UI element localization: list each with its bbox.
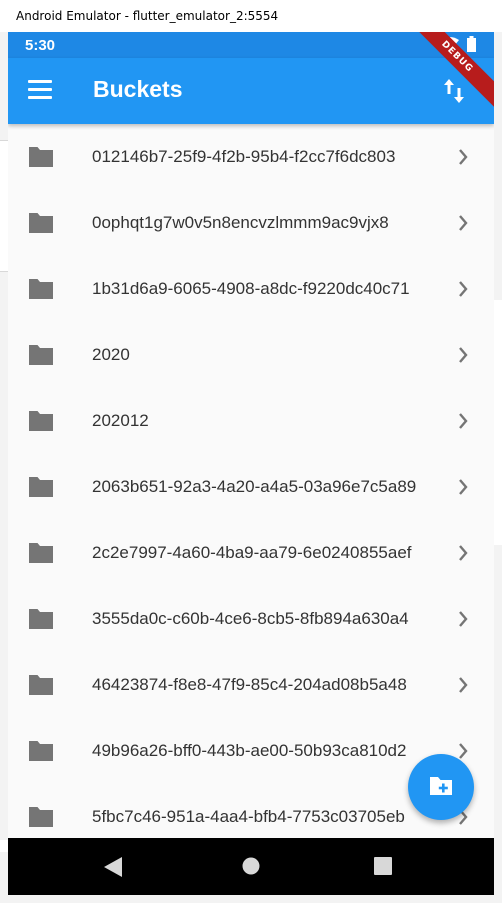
chevron-right-icon [459, 743, 468, 759]
chevron-right-icon [459, 413, 468, 429]
window-title: Android Emulator - flutter_emulator_2:55… [0, 0, 502, 32]
bucket-name: 2020 [92, 345, 130, 364]
folder-icon [29, 147, 53, 167]
list-item[interactable]: 012146b7-25f9-4f2b-95b4-f2cc7f6dc803 [8, 124, 494, 190]
bucket-name: 3555da0c-c60b-4ce6-8cb5-8fb894a630a4 [92, 609, 409, 628]
bucket-name: 012146b7-25f9-4f2b-95b4-f2cc7f6dc803 [92, 147, 396, 166]
list-item[interactable]: 2063b651-92a3-4a20-a4a5-03a96e7c5a89 [8, 454, 494, 520]
chevron-right-icon [459, 215, 468, 231]
list-item[interactable]: 202012 [8, 388, 494, 454]
chevron-right-icon [459, 545, 468, 561]
list-item[interactable]: 46423874-f8e8-47f9-85c4-204ad08b5a48 [8, 652, 494, 718]
chevron-right-icon [459, 677, 468, 693]
background-window-edge-bottom [0, 840, 8, 852]
swap-vert-icon [444, 79, 464, 103]
create-new-folder-icon [430, 777, 452, 795]
folder-icon [29, 279, 53, 299]
bucket-name: 1b31d6a9-6065-4908-a8dc-f9220dc40c71 [92, 279, 410, 298]
bucket-name: 2c2e7997-4a60-4ba9-aa79-6e0240855aef [92, 543, 412, 562]
list-item[interactable]: 2020 [8, 322, 494, 388]
create-bucket-button[interactable] [408, 754, 474, 820]
folder-icon [29, 807, 53, 827]
chevron-right-icon [459, 479, 468, 495]
system-nav-bar [8, 838, 494, 895]
sort-button[interactable] [442, 78, 466, 104]
back-icon[interactable] [104, 857, 122, 877]
background-window-edge-right [493, 300, 502, 545]
chevron-right-icon [459, 149, 468, 165]
list-item[interactable]: 2c2e7997-4a60-4ba9-aa79-6e0240855aef [8, 520, 494, 586]
recent-apps-icon[interactable] [374, 857, 392, 875]
app-bar: Buckets [8, 58, 494, 124]
folder-icon [29, 609, 53, 629]
folder-icon [29, 741, 53, 761]
bucket-name: 0ophqt1g7w0v5n8encvzlmmm9ac9vjx8 [92, 213, 389, 232]
bucket-name: 5fbc7c46-951a-4aa4-bfb4-7753c03705eb [92, 807, 405, 826]
menu-icon[interactable] [28, 80, 52, 102]
status-bar: 5:30 [8, 32, 494, 58]
home-icon[interactable] [242, 857, 260, 875]
chevron-right-icon [459, 281, 468, 297]
bucket-name: 49b96a26-bff0-443b-ae00-50b93ca810d2 [92, 741, 407, 760]
folder-icon [29, 477, 53, 497]
battery-icon [467, 36, 476, 52]
page-title: Buckets [93, 76, 183, 102]
folder-icon [29, 411, 53, 431]
list-item[interactable]: 1b31d6a9-6065-4908-a8dc-f9220dc40c71 [8, 256, 494, 322]
chevron-right-icon [459, 347, 468, 363]
list-item[interactable]: 0ophqt1g7w0v5n8encvzlmmm9ac9vjx8 [8, 190, 494, 256]
folder-icon [29, 213, 53, 233]
status-time: 5:30 [25, 36, 56, 54]
bucket-name: 2063b651-92a3-4a20-a4a5-03a96e7c5a89 [92, 477, 417, 496]
chevron-right-icon [459, 611, 468, 627]
list-item[interactable]: 3555da0c-c60b-4ce6-8cb5-8fb894a630a4 [8, 586, 494, 652]
bucket-name: 46423874-f8e8-47f9-85c4-204ad08b5a48 [92, 675, 407, 694]
folder-icon [29, 543, 53, 563]
folder-icon [29, 675, 53, 695]
bucket-list: 012146b7-25f9-4f2b-95b4-f2cc7f6dc803 0oph… [8, 124, 494, 838]
emulator-screen: 5:30 DEBUG Buckets 012146b7-25f9-4f2b-95… [8, 32, 494, 895]
folder-icon [29, 345, 53, 365]
bucket-name: 202012 [92, 411, 149, 430]
